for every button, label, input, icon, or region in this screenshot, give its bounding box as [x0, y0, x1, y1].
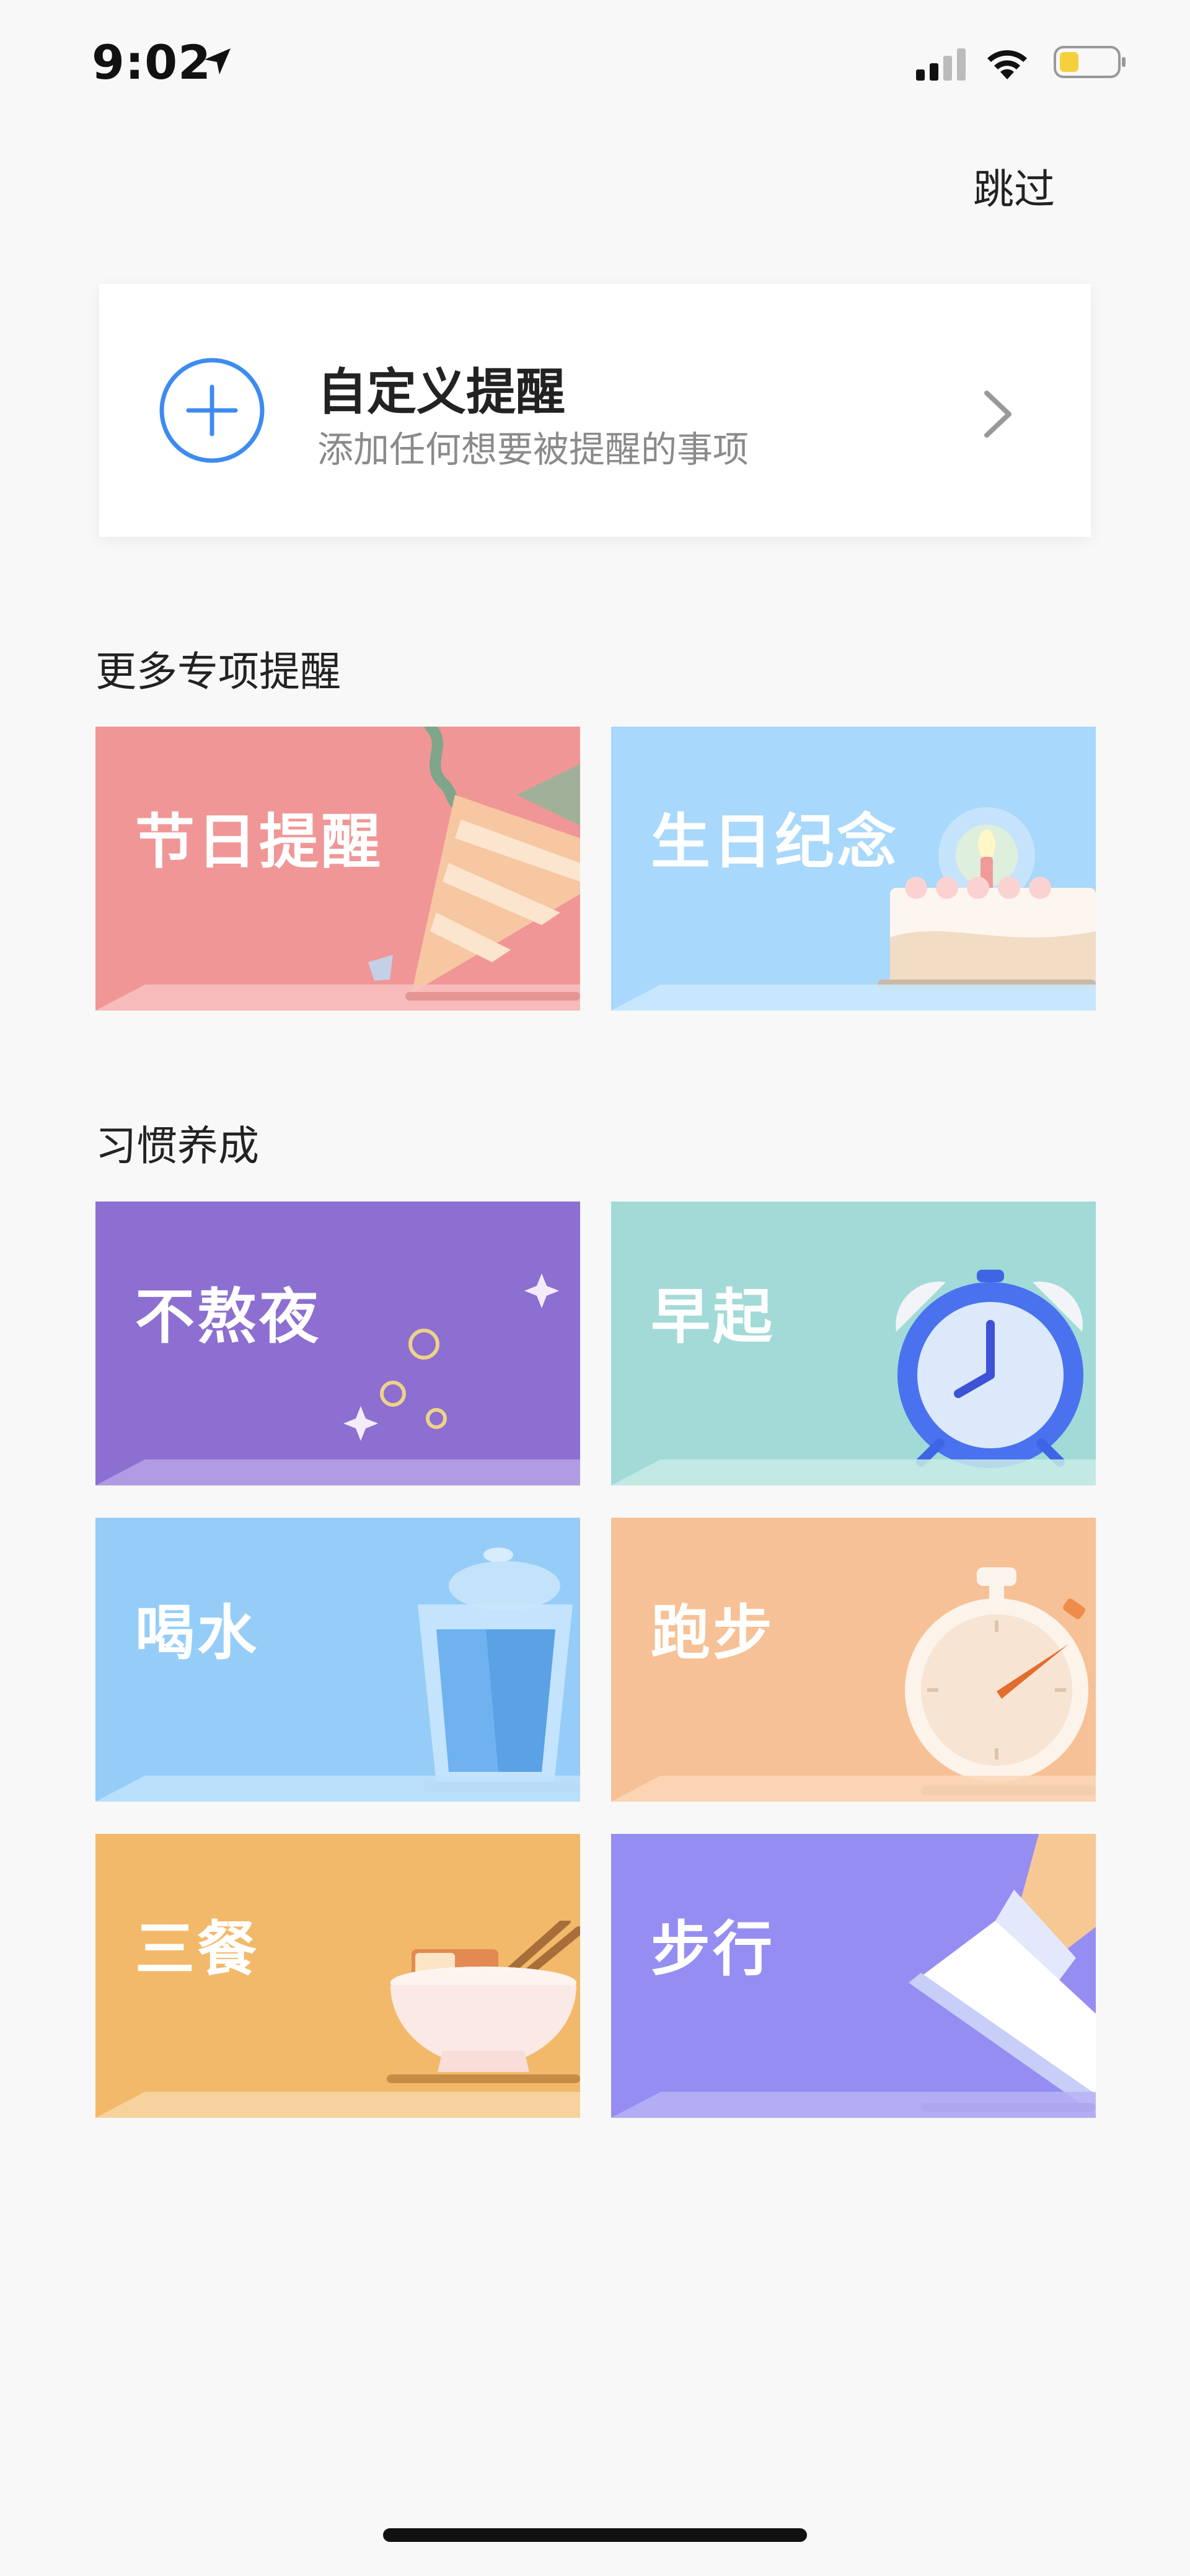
battery-icon	[1054, 46, 1126, 78]
tile-label: 三餐	[135, 1914, 259, 1984]
chevron-right-icon	[984, 391, 1011, 438]
tile-label: 节日提醒	[135, 807, 383, 877]
tile-floor	[95, 2092, 580, 2118]
tile-no-late-nights[interactable]: 不熬夜	[95, 1202, 580, 1485]
water-glass-icon	[418, 1547, 580, 1792]
custom-reminder-card[interactable]: 自定义提醒 添加任何想要被提醒的事项	[99, 284, 1091, 537]
cellular-signal-icon	[916, 48, 966, 81]
add-circle-icon	[159, 358, 265, 463]
tile-floor	[95, 1776, 580, 1802]
birthday-cake-icon	[878, 807, 1096, 989]
special-reminders-heading: 更多专项提醒	[95, 648, 341, 696]
tile-label: 生日纪念	[651, 807, 899, 877]
tile-floor	[95, 1459, 580, 1485]
location-arrow-icon	[205, 48, 231, 74]
tile-early-rising[interactable]: 早起	[611, 1202, 1096, 1485]
party-popper-icon	[368, 727, 580, 993]
tile-label: 步行	[651, 1914, 775, 1984]
tile-label: 跑步	[651, 1598, 775, 1668]
tile-three-meals[interactable]: 三餐	[95, 1834, 580, 2118]
tile-drink-water[interactable]: 喝水	[95, 1518, 580, 1802]
alarm-clock-icon	[896, 1270, 1083, 1468]
tile-holiday-reminder[interactable]: 节日提醒	[95, 727, 580, 1011]
tile-floor	[611, 1776, 1096, 1802]
home-indicator[interactable]	[383, 2528, 807, 2542]
custom-reminder-subtitle: 添加任何想要被提醒的事项	[317, 428, 749, 471]
tile-birthday-anniversary[interactable]: 生日纪念	[611, 727, 1096, 1011]
tile-floor	[95, 985, 580, 1011]
tile-label: 不熬夜	[135, 1282, 321, 1352]
tile-walking[interactable]: 步行	[611, 1834, 1096, 2118]
sneaker-icon	[909, 1834, 1096, 2114]
status-bar: 9:02	[0, 0, 1190, 130]
status-time: 9:02	[92, 35, 212, 90]
wifi-icon	[987, 50, 1027, 79]
tile-floor	[611, 1459, 1096, 1485]
stopwatch-icon	[905, 1567, 1096, 1795]
tile-floor	[611, 985, 1096, 1011]
moon-icon	[343, 1260, 559, 1448]
tile-floor	[611, 2092, 1096, 2118]
skip-button[interactable]: 跳过	[973, 156, 1055, 216]
tile-label: 喝水	[135, 1598, 259, 1668]
tile-label: 早起	[651, 1282, 775, 1352]
custom-reminder-title: 自定义提醒	[317, 363, 565, 421]
tile-running[interactable]: 跑步	[611, 1518, 1096, 1802]
habit-building-heading: 习惯养成	[95, 1122, 259, 1170]
